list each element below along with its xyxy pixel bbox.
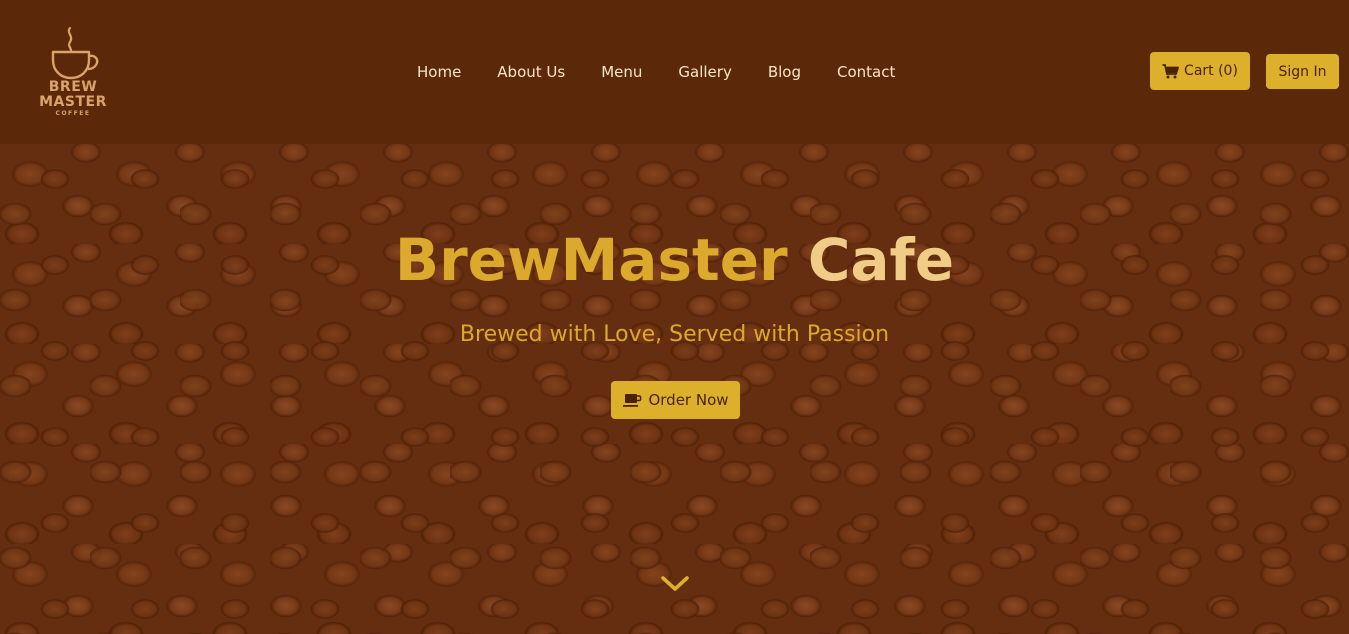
shopping-cart-icon [1162,63,1179,78]
site-header: BREW MASTER COFFEE Home About Us Menu Ga… [0,0,1349,144]
logo-line-1: BREW [48,79,98,95]
hero-subtitle: Brewed with Love, Served with Passion [459,322,890,347]
hero-title-brand: BrewMaster [394,226,788,294]
hero-section: BrewMaster Cafe Brewed with Love, Served… [0,144,1349,634]
hero-title-cafe: Cafe [807,226,955,294]
cart-label: Cart (0) [1184,63,1238,79]
coffee-cup-icon [51,26,99,80]
chevron-down-icon[interactable] [660,572,690,594]
mug-icon [623,393,642,407]
main-nav: Home About Us Menu Gallery Blog Contact [399,60,913,84]
logo-line-3: COFFEE [55,110,91,117]
sign-in-label: Sign In [1278,63,1327,80]
nav-blog[interactable]: Blog [750,60,819,84]
order-now-label: Order Now [648,391,729,409]
nav-gallery[interactable]: Gallery [660,60,749,84]
nav-contact[interactable]: Contact [819,60,913,84]
hero-content: BrewMaster Cafe Brewed with Love, Served… [0,144,1349,634]
cart-button[interactable]: Cart (0) [1150,52,1250,90]
nav-home[interactable]: Home [399,60,479,84]
hero-title: BrewMaster Cafe [0,224,1349,296]
brand-logo[interactable]: BREW MASTER COFFEE [36,22,110,122]
nav-about-us[interactable]: About Us [479,60,583,84]
nav-menu[interactable]: Menu [583,60,660,84]
logo-line-2: MASTER [39,94,107,110]
logo-wordmark: BREW MASTER COFFEE [36,79,110,118]
sign-in-button[interactable]: Sign In [1266,54,1339,89]
order-now-button[interactable]: Order Now [611,381,740,419]
